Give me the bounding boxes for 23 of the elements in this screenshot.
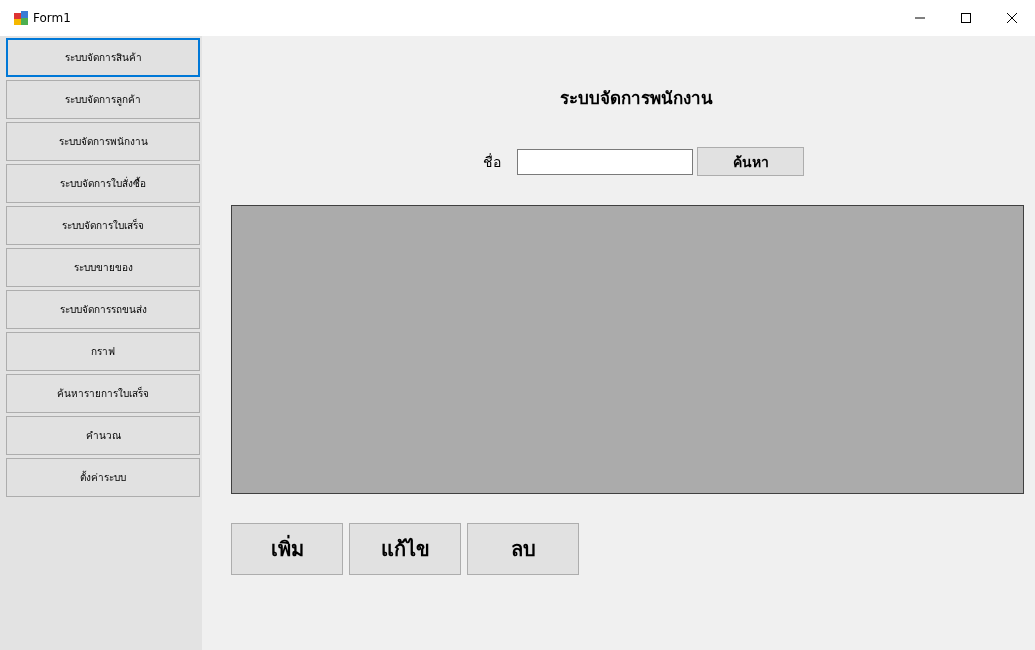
maximize-icon [961, 13, 971, 23]
close-icon [1007, 13, 1017, 23]
menu-button[interactable]: ระบบจัดการใบสั่งซื้อ [6, 164, 200, 203]
page-heading: ระบบจัดการพนักงาน [559, 87, 713, 110]
menu-button[interactable]: ระบบจัดการใบเสร็จ [6, 206, 200, 245]
name-field[interactable] [517, 148, 693, 175]
search-button[interactable]: ค้นหา [697, 147, 804, 176]
window-title: Form1 [33, 11, 71, 25]
action-button[interactable]: ลบ [467, 523, 579, 575]
name-label: ชื่อ [483, 152, 501, 172]
data-grid[interactable] [231, 205, 1024, 494]
menu-button[interactable]: กราฟ [6, 332, 200, 371]
menu-button[interactable]: ระบบจัดการลูกค้า [6, 80, 200, 119]
menu-button[interactable]: ค้นหารายการใบเสร็จ [6, 374, 200, 413]
action-button[interactable]: แก้ไข [349, 523, 461, 575]
app-icon [14, 11, 28, 25]
menu-button[interactable]: ระบบจัดการพนักงาน [6, 122, 200, 161]
action-button[interactable]: เพิ่ม [231, 523, 343, 575]
menu-button[interactable]: ตั้งค่าระบบ [6, 458, 200, 497]
menu-button[interactable]: ระบบจัดการรถขนส่ง [6, 290, 200, 329]
menu-button[interactable]: ระบบจัดการสินค้า [6, 38, 200, 77]
menu-button[interactable]: ระบบขายของ [6, 248, 200, 287]
menu-button[interactable]: คำนวณ [6, 416, 200, 455]
